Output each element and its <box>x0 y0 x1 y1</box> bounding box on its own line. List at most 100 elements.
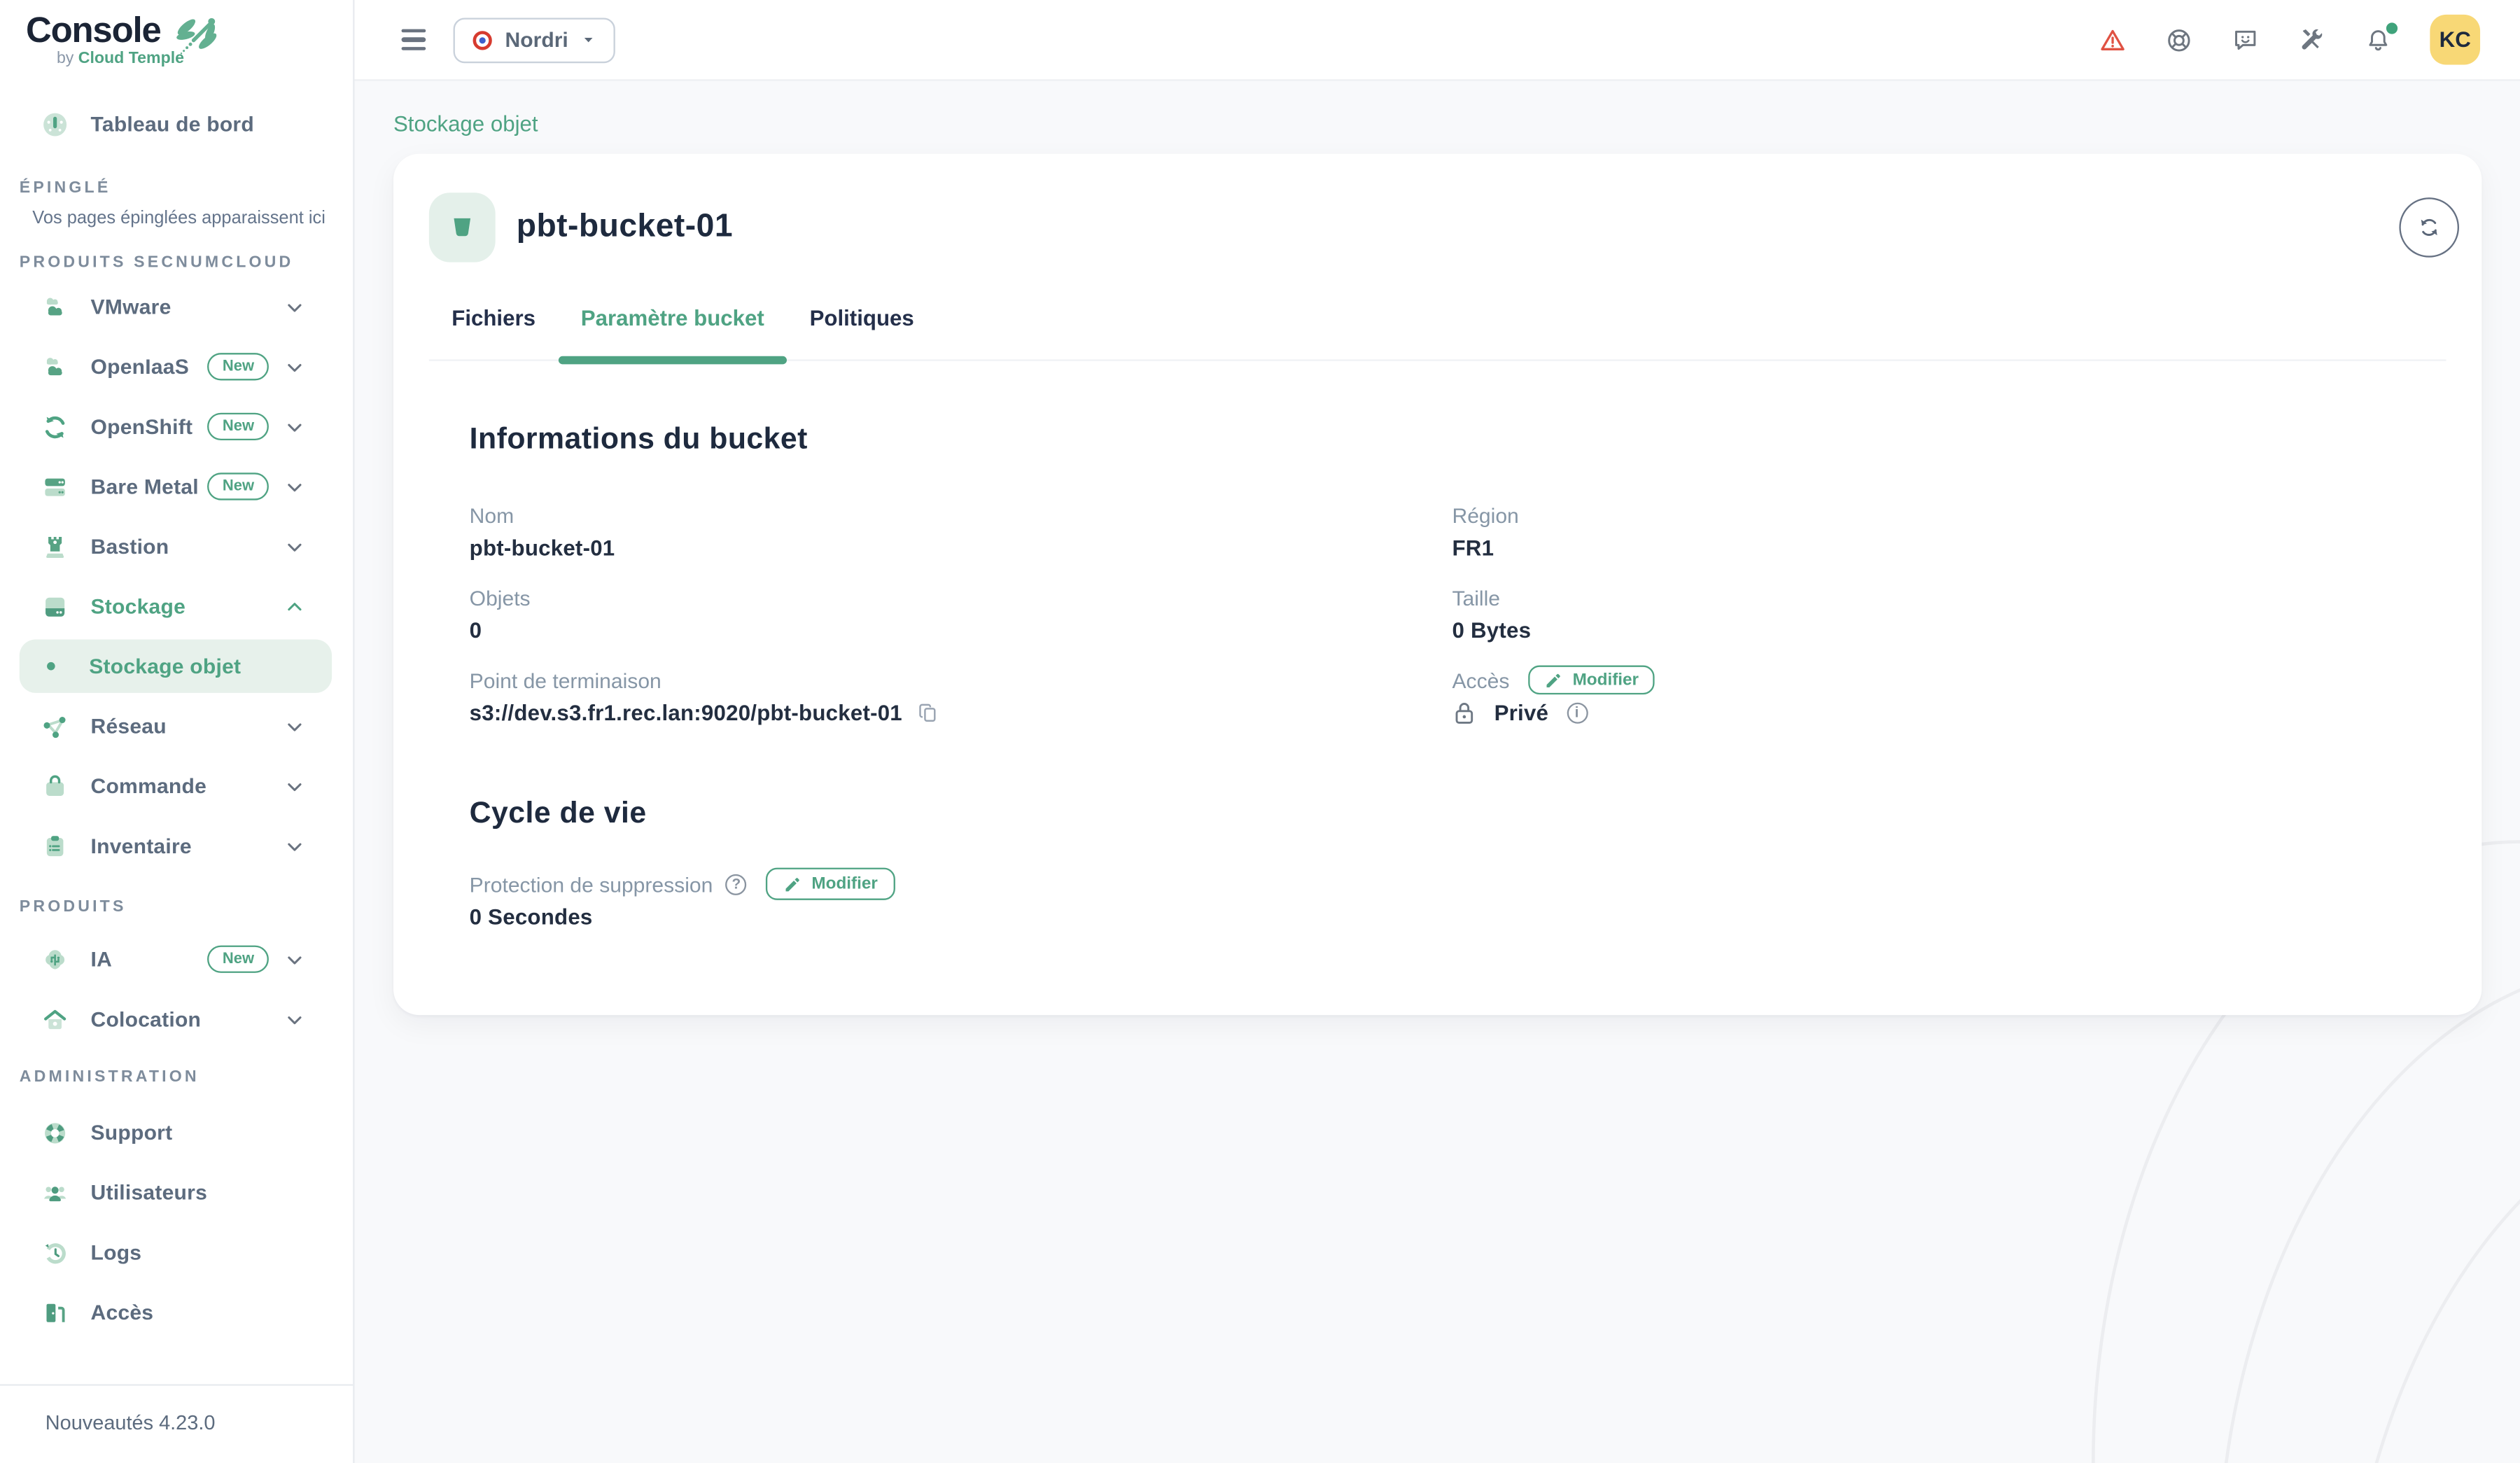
sidebar-item-label: Logs <box>91 1240 304 1265</box>
field-label: Accès <box>1452 668 1509 692</box>
sidebar-item-openiaas[interactable]: OpenIaaS New <box>0 337 353 397</box>
sidebar-item-label: Colocation <box>91 1007 286 1031</box>
modify-button-label: Modifier <box>811 874 877 894</box>
card-body: Informations du bucket Nom pbt-bucket-01… <box>429 361 2446 931</box>
section-pinned: ÉPINGLÉ <box>20 180 353 197</box>
sidebar-item-colocation[interactable]: Colocation <box>0 989 353 1049</box>
new-badge: New <box>208 412 269 440</box>
page-title: pbt-bucket-01 <box>517 209 733 246</box>
sidebar-item-stockage[interactable]: Stockage <box>0 576 353 636</box>
house-icon <box>41 1004 70 1034</box>
users-icon <box>41 1177 70 1207</box>
brain-icon <box>41 944 70 974</box>
sidebar-item-bare-metal[interactable]: Bare Metal New <box>0 456 353 517</box>
cloud-icon <box>41 292 70 321</box>
tools-icon[interactable] <box>2297 25 2327 55</box>
bell-icon[interactable] <box>2364 25 2393 55</box>
modify-access-button[interactable]: Modifier <box>1529 666 1655 695</box>
door-icon <box>41 1298 70 1327</box>
field-label: Objets <box>470 584 1452 610</box>
sidebar-nav: Tableau de bord ÉPINGLÉ Vos pages épingl… <box>0 78 353 1384</box>
sidebar-item-bastion[interactable]: Bastion <box>0 517 353 577</box>
field-endpoint: Point de terminaison s3://dev.s3.fr1.rec… <box>470 667 1452 727</box>
sidebar-item-label: Tableau de bord <box>91 112 304 136</box>
network-icon <box>41 711 70 741</box>
chevron-down-icon <box>285 716 304 736</box>
help-icon[interactable]: ? <box>726 874 747 895</box>
sidebar-item-dashboard[interactable]: Tableau de bord <box>0 94 353 154</box>
hamburger-menu-icon[interactable] <box>402 29 426 50</box>
sidebar-item-inventaire[interactable]: Inventaire <box>0 816 353 876</box>
gauge-icon <box>41 109 70 139</box>
sidebar-item-acces[interactable]: Accès <box>0 1282 353 1343</box>
tenant-name: Nordri <box>505 27 568 52</box>
tenant-selector[interactable]: Nordri <box>454 17 615 62</box>
field-label: Point de terminaison <box>470 667 1452 693</box>
field-value: 0 Bytes <box>1452 617 2405 644</box>
sidebar-item-support[interactable]: Support <box>0 1102 353 1163</box>
content: Stockage objet pbt-bucket-01 Fichiers Pa… <box>354 81 2520 1463</box>
chevron-down-icon <box>285 836 304 856</box>
shopping-bag-icon <box>41 771 70 801</box>
sidebar-item-label: OpenShift <box>91 414 209 439</box>
info-icon[interactable]: i <box>1567 703 1588 724</box>
sidebar-subitem-stockage-objet[interactable]: Stockage objet <box>20 640 332 693</box>
avatar[interactable]: KC <box>2430 15 2480 65</box>
storage-icon <box>41 592 70 621</box>
field-value: 0 <box>470 617 1452 644</box>
main: Nordri <box>354 0 2520 1463</box>
field-protection: Protection de suppression ? Modifier 0 S… <box>470 871 2406 931</box>
field-nom: Nom pbt-bucket-01 <box>470 502 1452 562</box>
field-value: 0 Secondes <box>470 903 2406 930</box>
field-value: s3://dev.s3.fr1.rec.lan:9020/pbt-bucket-… <box>470 701 902 725</box>
tab-politiques[interactable]: Politiques <box>787 304 937 360</box>
bullet-icon <box>47 662 55 671</box>
field-value: FR1 <box>1452 534 2405 561</box>
warning-icon[interactable] <box>2098 25 2127 55</box>
logo-by: by <box>57 50 74 68</box>
chevron-down-icon <box>285 537 304 556</box>
bucket-card: pbt-bucket-01 Fichiers Paramètre bucket … <box>393 154 2482 1015</box>
sidebar-item-openshift[interactable]: OpenShift New <box>0 397 353 457</box>
sidebar-item-reseau[interactable]: Réseau <box>0 696 353 756</box>
pinned-hint: Vos pages épinglées apparaissent ici <box>32 209 353 228</box>
logo-brand: Cloud Temple <box>78 50 184 68</box>
field-label: Région <box>1452 502 2405 528</box>
field-value: pbt-bucket-01 <box>470 534 1452 561</box>
sidebar-item-vmware[interactable]: VMware <box>0 276 353 337</box>
sidebar-item-label: IA <box>91 947 209 972</box>
lock-icon <box>1452 699 1476 727</box>
bucket-fields: Nom pbt-bucket-01 Région FR1 Objets 0 <box>470 502 2406 727</box>
tab-parametre-bucket[interactable]: Paramètre bucket <box>558 304 787 360</box>
section-title-informations: Informations du bucket <box>470 421 2406 456</box>
breadcrumb[interactable]: Stockage objet <box>393 112 538 136</box>
chevron-down-icon <box>285 417 304 437</box>
dragonfly-icon <box>172 11 222 69</box>
tabs: Fichiers Paramètre bucket Politiques <box>429 304 2446 361</box>
sidebar-item-commande[interactable]: Commande <box>0 756 353 816</box>
sidebar-item-utilisateurs[interactable]: Utilisateurs <box>0 1163 353 1223</box>
topbar-icons: KC <box>2098 15 2480 65</box>
help-lifebuoy-icon[interactable] <box>2164 25 2194 55</box>
clipboard-icon <box>41 832 70 861</box>
logo: Console by Cloud Temple <box>0 0 353 78</box>
refresh-button[interactable] <box>2399 197 2459 258</box>
chevron-down-icon <box>285 357 304 377</box>
section-secnumcloud: PRODUITS SECNUMCLOUD <box>20 254 353 272</box>
feedback-chat-icon[interactable] <box>2231 25 2260 55</box>
sidebar-item-ia[interactable]: IA New <box>0 929 353 989</box>
copy-icon[interactable] <box>917 701 941 725</box>
section-title-lifecycle: Cycle de vie <box>470 795 2406 831</box>
lifebuoy-icon <box>41 1118 70 1147</box>
chevron-down-icon <box>285 776 304 796</box>
sidebar-item-logs[interactable]: Logs <box>0 1222 353 1282</box>
sidebar: Console by Cloud Temple <box>0 0 354 1463</box>
field-label: Nom <box>470 502 1452 528</box>
tab-fichiers[interactable]: Fichiers <box>429 304 559 360</box>
sidebar-item-label: Bare Metal <box>91 475 209 499</box>
field-region: Région FR1 <box>1452 502 2405 562</box>
sidebar-item-label: OpenIaaS <box>91 354 209 379</box>
modify-protection-button[interactable]: Modifier <box>766 868 896 900</box>
version-link[interactable]: Nouveautés 4.23.0 <box>0 1384 353 1463</box>
chevron-down-icon <box>285 477 304 496</box>
